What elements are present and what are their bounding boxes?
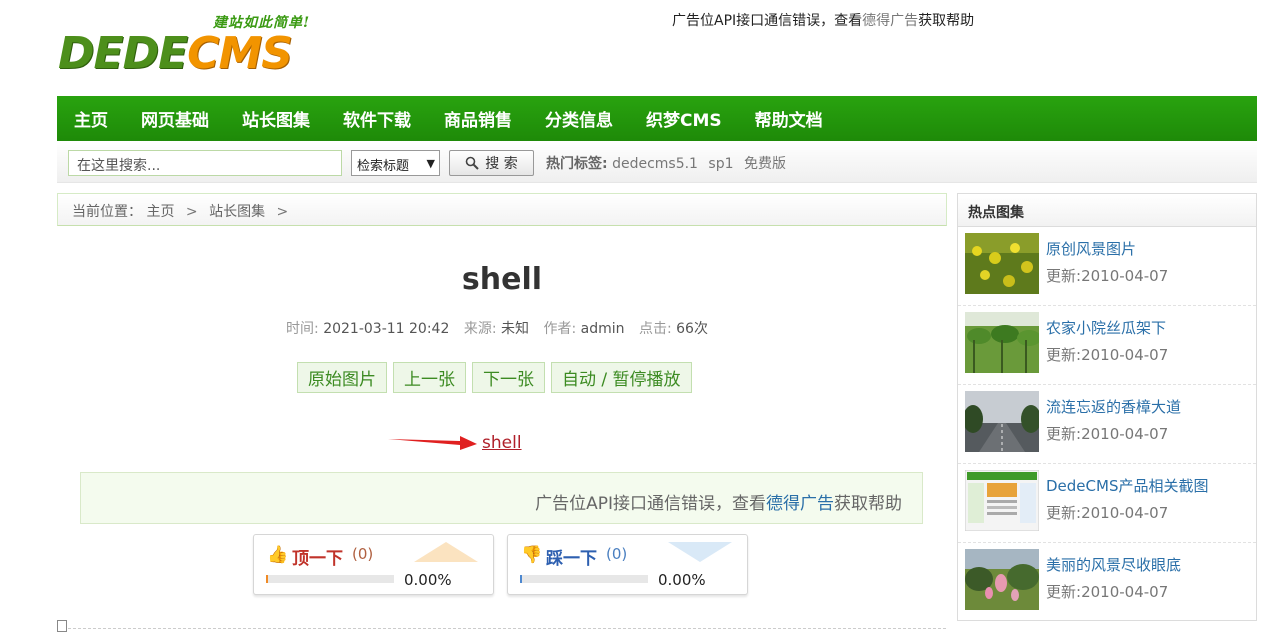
thumbnail-image[interactable]: [965, 233, 1039, 294]
document-icon: [57, 620, 67, 632]
autoplay-button[interactable]: 自动 / 暂停播放: [551, 362, 692, 393]
nav-item-classifieds[interactable]: 分类信息: [545, 106, 613, 131]
search-button-label: 搜 索: [485, 156, 518, 172]
article-ad-notice: 广告位API接口通信错误，查看德得广告获取帮助: [80, 472, 923, 524]
article-ad-suffix: 获取帮助: [834, 494, 902, 514]
thumbnail-image[interactable]: [965, 549, 1039, 610]
red-arrow-icon: [388, 436, 477, 450]
nav-item-web-basics[interactable]: 网页基础: [141, 106, 209, 131]
vote-up-count: (0): [352, 545, 374, 563]
gallery-item-name[interactable]: 美丽的风景尽收眼底: [1046, 554, 1181, 575]
vote-down-progress: [520, 575, 648, 583]
list-item[interactable]: 流连忘返的香樟大道 更新:2010-04-07: [958, 385, 1256, 464]
list-item[interactable]: 美丽的风景尽收眼底 更新:2010-04-07: [958, 543, 1256, 622]
gallery-item-date: 更新:2010-04-07: [1046, 267, 1169, 285]
clicks-label: 点击:: [638, 321, 672, 337]
hot-tag[interactable]: sp1: [708, 156, 733, 172]
chevron-down-icon: ▼: [426, 157, 435, 170]
logo-cms: CMS: [187, 28, 293, 79]
clicks-value: 66次: [676, 321, 708, 337]
list-item[interactable]: 原创风景图片 更新:2010-04-07: [958, 227, 1256, 306]
search-bar: 在这里搜索... 检索标题 ▼ 搜 索 热门标签: dedecms5.1 sp1…: [57, 141, 1257, 183]
header-ad-link[interactable]: 德得广告: [862, 13, 918, 29]
gallery-item-date: 更新:2010-04-07: [1046, 504, 1169, 522]
main-nav: 主页 网页基础 站长图集 软件下载 商品销售 分类信息 织梦CMS 帮助文档: [57, 96, 1257, 141]
nav-item-shop[interactable]: 商品销售: [444, 106, 512, 131]
search-icon: [465, 156, 479, 170]
article-ad-link[interactable]: 德得广告: [766, 494, 834, 514]
nav-item-downloads[interactable]: 软件下载: [343, 106, 411, 131]
breadcrumb: 当前位置： 主页 > 站长图集 >: [57, 193, 947, 226]
hot-tag[interactable]: dedecms5.1: [612, 156, 698, 172]
breadcrumb-gallery[interactable]: 站长图集: [209, 204, 265, 220]
hot-gallery-sidebar: 热点图集 原创风景图片 更新:2010-04-07 农家小院丝瓜架下 更新:20…: [957, 193, 1257, 621]
original-image-button[interactable]: 原始图片: [297, 362, 387, 393]
chevron-right-icon: >: [276, 204, 289, 220]
divider: [68, 628, 946, 629]
nav-item-gallery[interactable]: 站长图集: [242, 106, 310, 131]
article-ad-prefix: 广告位API接口通信错误，查看: [535, 494, 766, 514]
search-input[interactable]: 在这里搜索...: [68, 150, 342, 176]
gallery-item-name[interactable]: 原创风景图片: [1046, 238, 1136, 259]
sidebar-title: 热点图集: [958, 194, 1256, 227]
chevron-right-icon: >: [185, 204, 198, 220]
header-ad-notice: 广告位API接口通信错误，查看德得广告获取帮助: [672, 10, 974, 30]
prev-image-button[interactable]: 上一张: [393, 362, 466, 393]
image-controls: 原始图片 上一张 下一张 自动 / 暂停播放: [297, 362, 692, 393]
vote-up-progress: [266, 575, 394, 583]
vote-up-progress-fill: [266, 575, 268, 583]
gallery-item-date: 更新:2010-04-07: [1046, 346, 1169, 364]
hot-tags-label: 热门标签:: [546, 156, 608, 172]
search-button[interactable]: 搜 索: [449, 150, 534, 176]
thumbs-down-icon: 👎: [521, 545, 543, 565]
vote-down-label: 踩一下: [546, 549, 597, 569]
list-item[interactable]: DedeCMS产品相关截图 更新:2010-04-07: [958, 464, 1256, 543]
source-label: 来源:: [463, 321, 497, 337]
breadcrumb-label: 当前位置：: [72, 204, 142, 220]
header-ad-suffix: 获取帮助: [918, 13, 975, 29]
nav-item-help[interactable]: 帮助文档: [755, 106, 823, 131]
nav-item-home[interactable]: 主页: [74, 106, 108, 131]
gallery-item-date: 更新:2010-04-07: [1046, 583, 1169, 601]
gallery-item-name[interactable]: 流连忘返的香樟大道: [1046, 396, 1181, 417]
logo-dede: DEDE: [58, 28, 188, 79]
time-value: 2021-03-11 20:42: [323, 321, 450, 337]
gallery-item-name[interactable]: DedeCMS产品相关截图: [1046, 475, 1208, 496]
vote-down-button[interactable]: 👎 踩一下 (0) 0.00%: [507, 534, 748, 595]
vote-up-label: 顶一下: [292, 549, 343, 569]
nav-item-dedecms[interactable]: 织梦CMS: [646, 106, 722, 131]
image-link[interactable]: shell: [482, 433, 522, 453]
hot-tag[interactable]: 免费版: [744, 156, 786, 172]
list-item[interactable]: 农家小院丝瓜架下 更新:2010-04-07: [958, 306, 1256, 385]
next-image-button[interactable]: 下一张: [472, 362, 545, 393]
down-triangle-icon: [668, 542, 732, 562]
logo-wordmark: DEDECMS: [58, 28, 293, 79]
hot-tags: 热门标签: dedecms5.1 sp1 免费版: [546, 153, 792, 173]
gallery-item-name[interactable]: 农家小院丝瓜架下: [1046, 317, 1166, 338]
article-meta: 时间: 2021-03-11 20:42 来源: 未知 作者: admin 点击…: [57, 318, 947, 338]
thumbs-up-icon: 👍: [267, 545, 289, 565]
up-triangle-icon: [414, 542, 478, 562]
breadcrumb-home[interactable]: 主页: [146, 204, 174, 220]
header-ad-prefix: 广告位API接口通信错误，查看: [672, 13, 863, 29]
author-label: 作者:: [543, 321, 577, 337]
vote-down-progress-fill: [520, 575, 522, 583]
gallery-item-date: 更新:2010-04-07: [1046, 425, 1169, 443]
search-type-select[interactable]: 检索标题 ▼: [351, 150, 440, 176]
time-label: 时间:: [286, 321, 319, 337]
thumbnail-image[interactable]: [965, 470, 1039, 531]
search-type-value: 检索标题: [357, 159, 410, 174]
vote-down-percent: 0.00%: [658, 571, 706, 589]
site-logo[interactable]: 建站如此简单! DEDECMS: [58, 10, 326, 79]
vote-up-button[interactable]: 👍 顶一下 (0) 0.00%: [253, 534, 494, 595]
thumbnail-image[interactable]: [965, 391, 1039, 452]
vote-up-percent: 0.00%: [404, 571, 452, 589]
thumbnail-image[interactable]: [965, 312, 1039, 373]
page-title: shell: [461, 262, 543, 297]
author-value: admin: [580, 321, 625, 337]
source-value: 未知: [501, 321, 529, 337]
vote-down-count: (0): [606, 545, 628, 563]
